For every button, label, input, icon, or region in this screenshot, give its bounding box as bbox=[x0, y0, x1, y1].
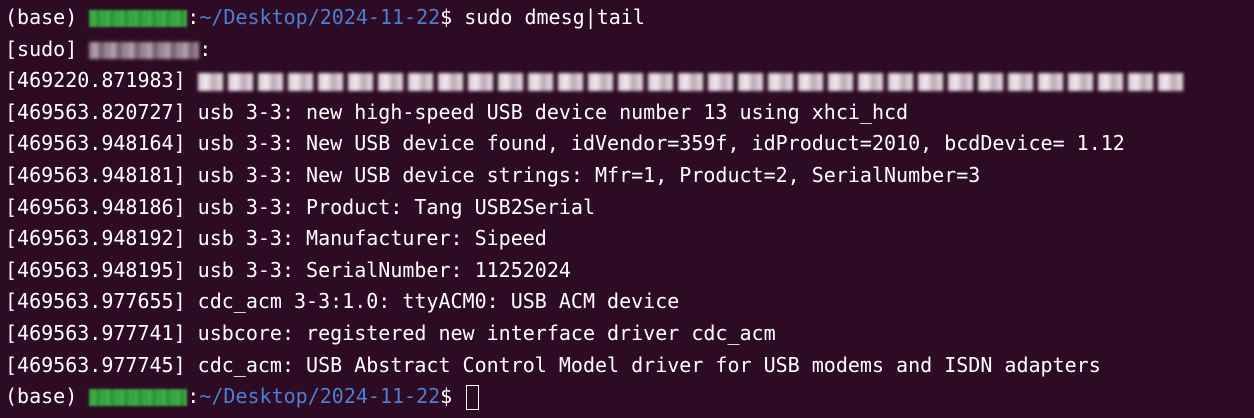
prompt-path: ~/Desktop/2024-11-22 bbox=[199, 5, 441, 29]
log-line: [469563.977745] cdc_acm: USB Abstract Co… bbox=[5, 352, 1101, 377]
log-line: [469563.820727] usb 3-3: new high-speed … bbox=[5, 99, 909, 124]
redacted-log-content bbox=[197, 72, 1188, 91]
redacted-username bbox=[89, 389, 188, 407]
log-timestamp: [469220.871983] bbox=[5, 68, 198, 93]
conda-env-label: (base) bbox=[5, 5, 90, 29]
terminal-window[interactable]: (base) :~/Desktop/2024-11-22$ sudo dmesg… bbox=[0, 0, 1254, 418]
active-prompt-line[interactable]: (base) :~/Desktop/2024-11-22$ bbox=[5, 381, 1254, 413]
sudo-prefix: [sudo] bbox=[5, 36, 90, 61]
log-line: [469563.948164] usb 3-3: New USB device … bbox=[5, 131, 1125, 156]
sudo-suffix: : bbox=[199, 36, 212, 61]
prompt-colon: : bbox=[187, 5, 200, 29]
redacted-sudo-user bbox=[89, 41, 200, 59]
log-line: [469563.948192] usb 3-3: Manufacturer: S… bbox=[5, 226, 547, 251]
log-line: [469563.948195] usb 3-3: SerialNumber: 1… bbox=[5, 257, 571, 282]
prompt-symbol: $ bbox=[440, 384, 465, 409]
conda-env-label: (base) bbox=[5, 384, 90, 409]
sudo-password-prompt: [sudo] : bbox=[5, 34, 1254, 66]
command-text: sudo dmesg|tail bbox=[464, 5, 645, 29]
log-line: [469563.948181] usb 3-3: New USB device … bbox=[5, 162, 981, 187]
redacted-username bbox=[89, 10, 188, 27]
log-line: [469563.948186] usb 3-3: Product: Tang U… bbox=[5, 194, 596, 219]
command-line: (base) :~/Desktop/2024-11-22$ sudo dmesg… bbox=[5, 2, 1254, 34]
prompt-symbol: $ bbox=[440, 5, 465, 29]
prompt-colon: : bbox=[187, 384, 200, 409]
log-line: [469563.977655] cdc_acm 3-3:1.0: ttyACM0… bbox=[5, 289, 680, 314]
text-cursor[interactable] bbox=[466, 385, 480, 411]
log-line: [469563.977741] usbcore: registered new … bbox=[5, 320, 776, 345]
redacted-log-line: [469220.871983] bbox=[5, 65, 1254, 97]
prompt-path: ~/Desktop/2024-11-22 bbox=[199, 384, 441, 409]
